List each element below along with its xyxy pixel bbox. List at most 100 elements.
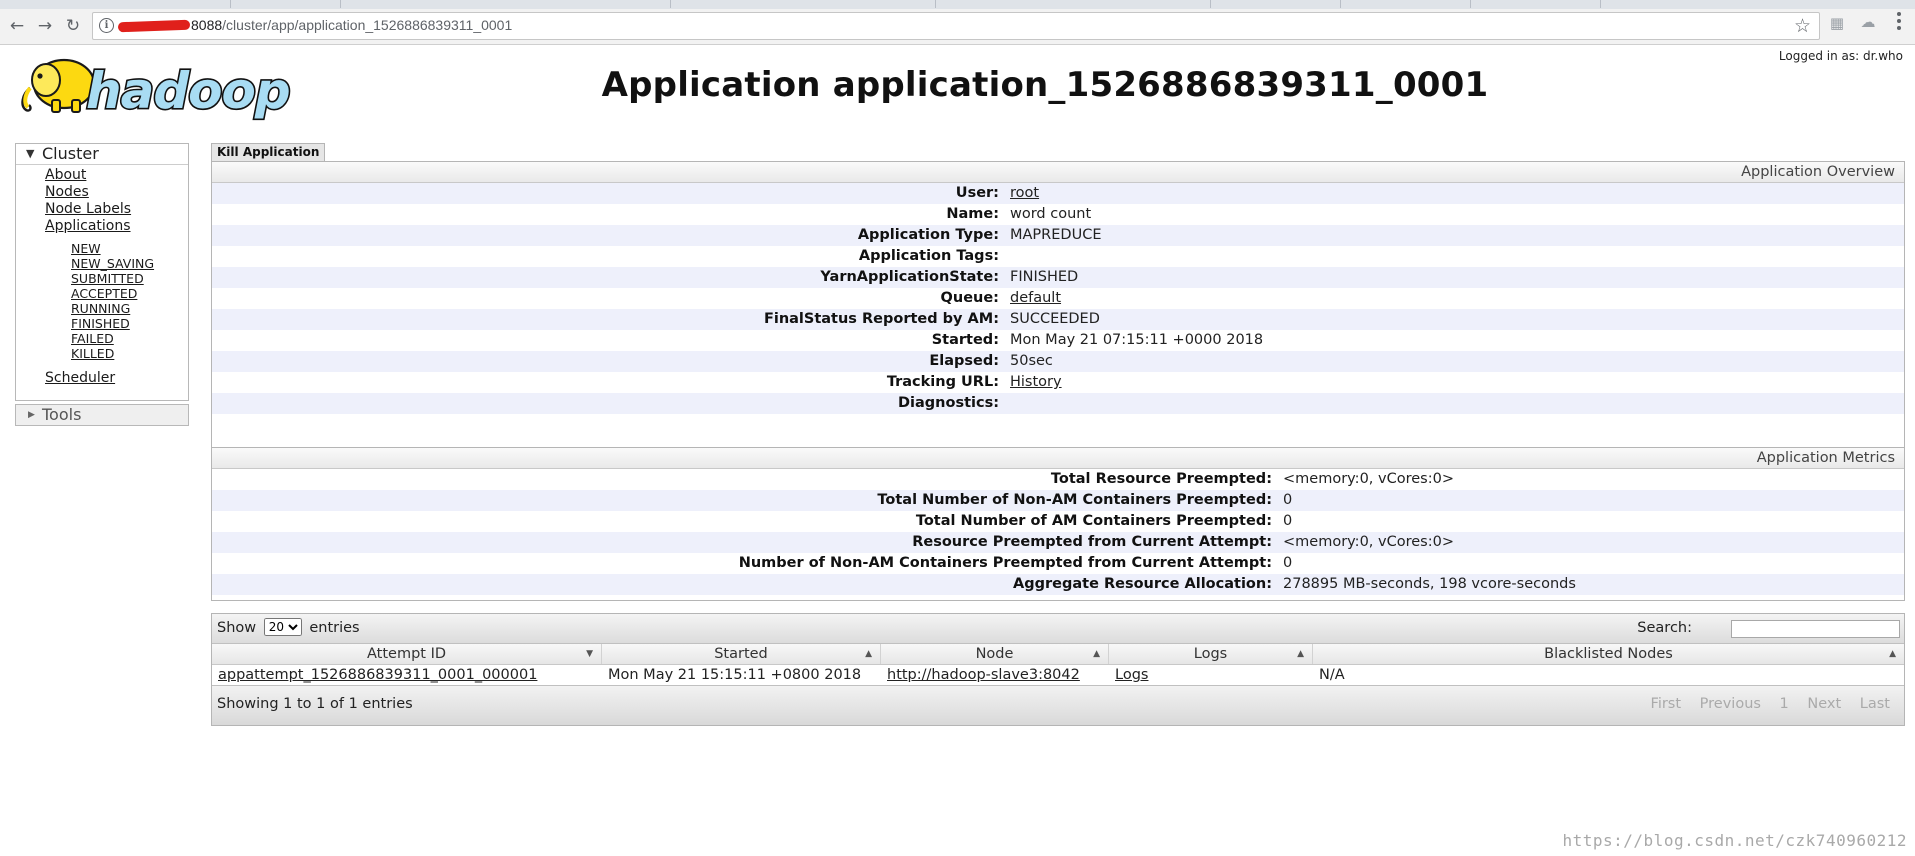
- sidebar-link-scheduler[interactable]: Scheduler: [45, 370, 115, 386]
- row-key: Resource Preempted from Current Attempt:: [912, 534, 1272, 550]
- row-key: Tracking URL:: [886, 374, 999, 390]
- sidebar-state-accepted[interactable]: ACCEPTED: [71, 286, 137, 301]
- sidebar-link-applications[interactable]: Applications: [45, 218, 131, 234]
- row-value: word count: [1010, 206, 1092, 222]
- sidebar-state-failed[interactable]: FAILED: [71, 331, 114, 346]
- row-key: User:: [955, 185, 999, 201]
- browser-tab[interactable]: [560, 0, 671, 8]
- col-attempt-id[interactable]: Attempt ID ▼: [212, 644, 602, 664]
- sort-both-icon: ▲: [865, 649, 872, 659]
- overview-row-final-status: FinalStatus Reported by AM: SUCCEEDED: [212, 309, 1904, 330]
- sidebar-state-submitted[interactable]: SUBMITTED: [71, 271, 144, 286]
- address-bar[interactable]: i 8088/cluster/app/application_152688683…: [92, 12, 1820, 40]
- pager-previous[interactable]: Previous: [1700, 696, 1761, 712]
- browser-menu-icon[interactable]: [1897, 12, 1901, 33]
- sidebar-state-new[interactable]: NEW: [71, 241, 101, 256]
- sort-desc-icon: ▼: [586, 649, 593, 659]
- col-started[interactable]: Started ▲: [602, 644, 881, 664]
- metrics-row: Total Number of AM Containers Preempted:…: [212, 511, 1904, 532]
- sidebar-state-killed[interactable]: KILLED: [71, 346, 114, 361]
- cluster-header[interactable]: ▼ Cluster: [16, 144, 188, 165]
- row-key: Diagnostics:: [897, 395, 999, 411]
- row-value: <memory:0, vCores:0>: [1283, 471, 1454, 487]
- sidebar-link-about[interactable]: About: [45, 167, 86, 183]
- node-link[interactable]: http://hadoop-slave3:8042: [887, 667, 1080, 683]
- browser-tab[interactable]: [1470, 0, 1601, 8]
- started-cell: Mon May 21 15:15:11 +0800 2018: [608, 667, 862, 683]
- redacted-host-mark: [117, 19, 191, 33]
- search-label: Search:: [1637, 620, 1692, 636]
- sidebar-state-finished[interactable]: FINISHED: [71, 316, 130, 331]
- overview-row-user: User: root: [212, 183, 1904, 204]
- sort-both-icon: ▲: [1889, 649, 1896, 659]
- logged-in-label: Logged in as: dr.who: [1778, 49, 1903, 63]
- attempts-table: Show 20 entries Search: Attempt ID ▼ Star…: [211, 613, 1905, 726]
- url-path: /cluster/app/application_1526886839311_0…: [222, 17, 513, 33]
- pager-last[interactable]: Last: [1860, 696, 1890, 712]
- browser-tab[interactable]: [780, 0, 936, 8]
- user-link[interactable]: root: [1010, 185, 1039, 201]
- col-blacklisted-nodes[interactable]: Blacklisted Nodes ▲: [1313, 644, 1904, 664]
- overview-row-type: Application Type: MAPREDUCE: [212, 225, 1904, 246]
- forward-arrow-icon[interactable]: →: [36, 17, 54, 35]
- table-info: Showing 1 to 1 of 1 entries: [217, 696, 413, 712]
- sort-both-icon: ▲: [1297, 649, 1304, 659]
- sidebar-cluster-section: ▼ Cluster About Nodes Node Labels Applica…: [15, 143, 189, 401]
- browser-tab[interactable]: [1340, 0, 1471, 8]
- pager-first[interactable]: First: [1651, 696, 1682, 712]
- show-label: Show: [217, 620, 257, 636]
- row-value: 0: [1283, 513, 1293, 529]
- sidebar-state-running[interactable]: RUNNING: [71, 301, 130, 316]
- table-row: appattempt_1526886839311_0001_000001 Mon…: [212, 665, 1904, 685]
- table-footer: Showing 1 to 1 of 1 entries First Previo…: [212, 685, 1904, 725]
- row-key: Total Number of AM Containers Preempted:: [915, 513, 1272, 529]
- cluster-label: Cluster: [42, 144, 99, 163]
- reload-icon[interactable]: ↻: [64, 17, 82, 35]
- entries-select[interactable]: 20: [263, 618, 302, 636]
- queue-link[interactable]: default: [1010, 290, 1061, 306]
- browser-tab[interactable]: [230, 0, 341, 8]
- url-host: 8088: [191, 17, 223, 33]
- sidebar-tools-section[interactable]: ▶ Tools: [15, 404, 189, 426]
- browser-tab[interactable]: [1080, 0, 1211, 8]
- back-arrow-icon[interactable]: ←: [8, 17, 26, 35]
- overview-row-name: Name: word count: [212, 204, 1904, 225]
- row-value: SUCCEEDED: [1010, 311, 1100, 327]
- overview-row-state: YarnApplicationState: FINISHED: [212, 267, 1904, 288]
- browser-tab[interactable]: [120, 0, 231, 8]
- logs-link[interactable]: Logs: [1115, 667, 1148, 683]
- history-link[interactable]: History: [1010, 374, 1062, 390]
- application-metrics-header: Application Metrics: [212, 448, 1904, 469]
- search-input[interactable]: [1731, 620, 1900, 638]
- pager-page-1[interactable]: 1: [1780, 696, 1789, 712]
- col-node[interactable]: Node ▲: [881, 644, 1109, 664]
- sidebar-state-new-saving[interactable]: NEW_SAVING: [71, 256, 154, 271]
- row-key: Total Resource Preempted:: [1050, 471, 1272, 487]
- bookmark-star-icon[interactable]: ☆: [1794, 15, 1811, 37]
- blacklisted-cell: N/A: [1319, 667, 1345, 683]
- metrics-row: Total Number of Non-AM Containers Preemp…: [212, 490, 1904, 511]
- row-key: Total Number of Non-AM Containers Preemp…: [877, 492, 1272, 508]
- sidebar-link-nodes[interactable]: Nodes: [45, 184, 89, 200]
- info-icon[interactable]: i: [99, 18, 114, 33]
- row-key: FinalStatus Reported by AM:: [763, 311, 999, 327]
- col-logs[interactable]: Logs ▲: [1109, 644, 1313, 664]
- extension-pdf-icon[interactable]: ▦: [1829, 15, 1845, 31]
- length-control: Show 20 entries: [217, 614, 360, 643]
- kill-application-button[interactable]: Kill Application: [211, 143, 326, 161]
- tools-header[interactable]: ▶ Tools: [16, 405, 188, 425]
- browser-tab[interactable]: [1210, 0, 1341, 8]
- sidebar-link-node-labels[interactable]: Node Labels: [45, 201, 131, 217]
- col-label: Blacklisted Nodes: [1544, 646, 1673, 662]
- col-label: Node: [975, 646, 1014, 662]
- pagination: First Previous 1 Next Last: [1637, 686, 1890, 722]
- watermark: https://blog.csdn.net/czk740960212: [1562, 831, 1907, 850]
- triangle-right-icon: ▶: [28, 410, 35, 420]
- attempt-id-link[interactable]: appattempt_1526886839311_0001_000001: [218, 667, 537, 683]
- pager-next[interactable]: Next: [1807, 696, 1841, 712]
- table-toolbar: Show 20 entries Search:: [212, 614, 1904, 644]
- col-label: Logs: [1193, 646, 1228, 662]
- metrics-row: Aggregate Resource Allocation: 278895 MB-…: [212, 574, 1904, 595]
- browser-toolbar: ← → ↻ i 8088/cluster/app/application_152…: [0, 9, 1915, 45]
- extension-cloud-icon[interactable]: ☁: [1860, 14, 1876, 30]
